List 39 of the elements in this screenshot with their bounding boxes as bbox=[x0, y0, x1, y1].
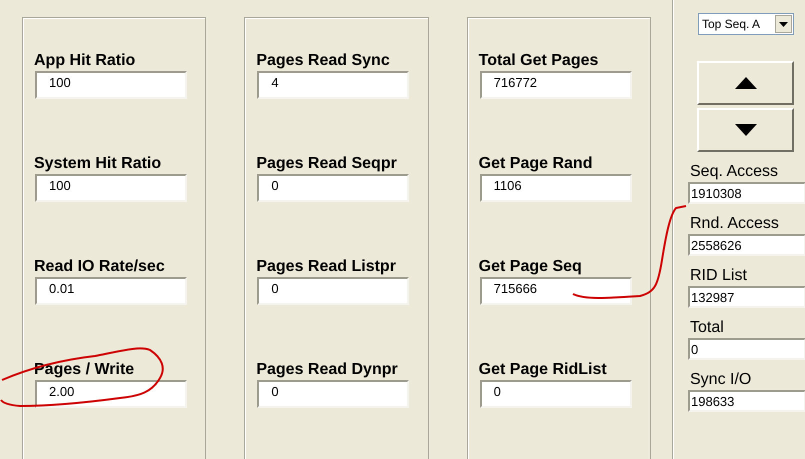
value-field[interactable]: 132987 bbox=[688, 286, 805, 308]
dropdown[interactable]: Top Seq. A bbox=[698, 13, 794, 35]
value-field[interactable]: 0 bbox=[257, 174, 410, 202]
field-label: Get Page Rand bbox=[478, 154, 594, 174]
stat-label: Sync I/O bbox=[690, 370, 752, 390]
value-field[interactable]: 0 bbox=[480, 380, 632, 408]
value-field[interactable]: 4 bbox=[257, 71, 410, 99]
down-triangle-icon bbox=[734, 124, 756, 136]
scroll-down-button[interactable] bbox=[697, 108, 794, 152]
value-field[interactable]: 0 bbox=[257, 277, 410, 305]
field-label: Get Page Seq bbox=[478, 257, 583, 277]
stat-label: Seq. Access bbox=[690, 162, 780, 182]
field-label: Get Page RidList bbox=[478, 360, 608, 380]
value-field[interactable]: 0.01 bbox=[35, 277, 187, 305]
value-field[interactable]: 715666 bbox=[480, 277, 632, 305]
field-label: Read IO Rate/sec bbox=[34, 257, 166, 277]
field-label: Total Get Pages bbox=[478, 51, 600, 71]
value-field[interactable]: 1106 bbox=[480, 174, 632, 202]
value-field[interactable]: 2558626 bbox=[688, 234, 805, 256]
field-label: App Hit Ratio bbox=[34, 51, 136, 71]
value-field[interactable]: 100 bbox=[35, 71, 187, 99]
stat-label: Rnd. Access bbox=[690, 214, 780, 234]
value-field[interactable]: 198633 bbox=[688, 390, 805, 412]
value-field[interactable]: 0 bbox=[257, 380, 410, 408]
stat-label: Total bbox=[690, 318, 725, 338]
scroll-up-button[interactable] bbox=[697, 61, 794, 105]
field-label: Pages Read Sync bbox=[256, 51, 391, 71]
value-field[interactable]: 0 bbox=[688, 338, 805, 360]
field-label: System Hit Ratio bbox=[34, 154, 162, 174]
value-field[interactable]: 100 bbox=[35, 174, 187, 202]
stat-label: RID List bbox=[690, 266, 748, 286]
value-field[interactable]: 2.00 bbox=[35, 380, 187, 408]
field-label: Pages Read Dynpr bbox=[256, 360, 399, 380]
up-triangle-icon bbox=[734, 77, 756, 89]
value-field[interactable]: 1910308 bbox=[688, 182, 805, 204]
value-field[interactable]: 716772 bbox=[480, 71, 632, 99]
field-label: Pages / Write bbox=[34, 360, 136, 380]
field-label: Pages Read Seqpr bbox=[256, 154, 398, 174]
field-label: Pages Read Listpr bbox=[256, 257, 397, 277]
